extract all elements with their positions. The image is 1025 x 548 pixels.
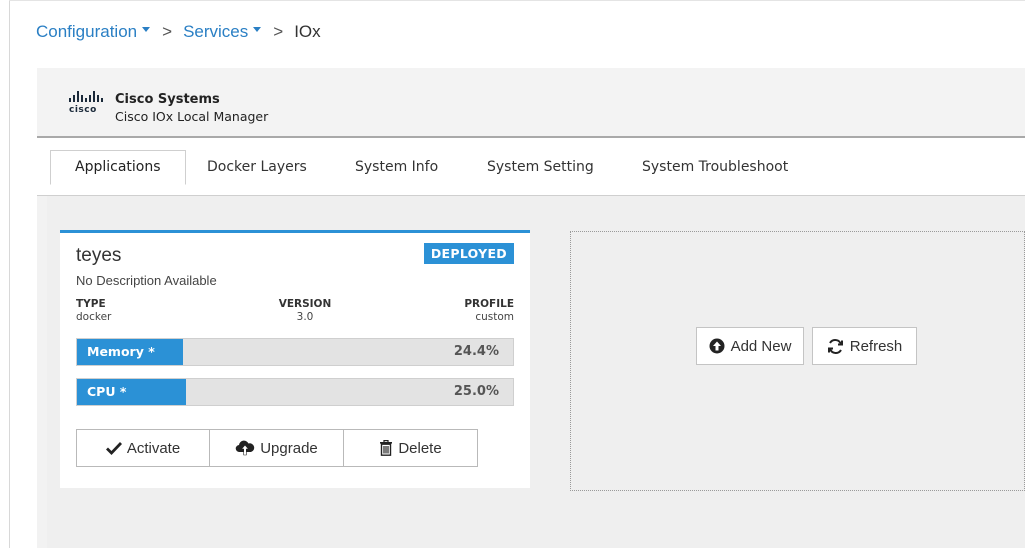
breadcrumb-current: IOx [294,22,321,41]
company-name: Cisco Systems [115,92,220,107]
cpu-meter-value: 25.0% [453,384,499,399]
circle-arrow-up-icon [709,338,725,354]
refresh-button[interactable]: Refresh [812,327,917,365]
delete-button-label: Delete [398,439,442,457]
cisco-logo: cisco [69,91,105,117]
tab-system-info[interactable]: System Info [355,150,438,184]
type-value: docker [76,311,112,323]
version-value: 3.0 [296,311,314,323]
refresh-icon [827,338,844,355]
breadcrumb: Configuration > Services > IOx [36,20,321,44]
iox-local-manager: cisco Cisco Systems Cisco IOx Local Mana… [37,68,1025,548]
upgrade-button-label: Upgrade [260,439,318,457]
app-header: cisco Cisco Systems Cisco IOx Local Mana… [37,68,1025,138]
add-new-button-label: Add New [730,337,792,355]
cloud-upload-icon [235,440,255,456]
activate-button-label: Activate [126,439,181,457]
status-badge: DEPLOYED [423,243,514,264]
breadcrumb-configuration[interactable]: Configuration [36,22,151,42]
cisco-logo-bars-icon [69,91,105,102]
product-name: Cisco IOx Local Manager [115,109,269,124]
trash-icon [379,440,393,456]
page-frame-top [9,0,1025,1]
upgrade-button[interactable]: Upgrade [209,429,344,467]
applications-panel: teyes DEPLOYED No Description Available … [47,196,1025,548]
activate-button[interactable]: Activate [76,429,210,467]
delete-button[interactable]: Delete [343,429,478,467]
version-label: VERSION [278,298,332,310]
tabs-bar: Applications Docker Layers System Info S… [37,138,1025,196]
cisco-logo-word: cisco [69,105,97,115]
breadcrumb-separator: > [273,22,284,41]
app-name: teyes [76,245,122,266]
cpu-meter-label: CPU * [87,384,127,399]
caret-down-icon [253,26,262,32]
app-card: teyes DEPLOYED No Description Available … [60,230,530,488]
cpu-meter: CPU * 25.0% [76,378,514,406]
type-label: TYPE [76,298,106,310]
memory-meter-value: 24.4% [453,344,499,359]
caret-down-icon [142,26,151,32]
profile-value: custom [475,311,514,323]
page-frame-left [9,0,10,548]
refresh-button-label: Refresh [849,337,903,355]
breadcrumb-separator: > [162,22,173,41]
tab-applications[interactable]: Applications [50,150,186,185]
memory-meter: Memory * 24.4% [76,338,514,366]
check-icon [105,441,122,455]
tab-system-troubleshoot[interactable]: System Troubleshoot [642,150,788,184]
tab-system-setting[interactable]: System Setting [487,150,594,184]
add-new-button[interactable]: Add New [696,327,804,365]
breadcrumb-services-label: Services [183,22,249,41]
tab-docker-layers[interactable]: Docker Layers [207,150,307,184]
app-action-buttons: Activate Upgrade Delete [76,429,478,467]
app-description: No Description Available [76,273,217,288]
breadcrumb-services[interactable]: Services [183,22,262,42]
memory-meter-label: Memory * [87,344,155,359]
breadcrumb-configuration-label: Configuration [36,22,138,41]
add-app-zone: Add New Refresh [570,231,1025,491]
profile-label: PROFILE [464,298,514,310]
